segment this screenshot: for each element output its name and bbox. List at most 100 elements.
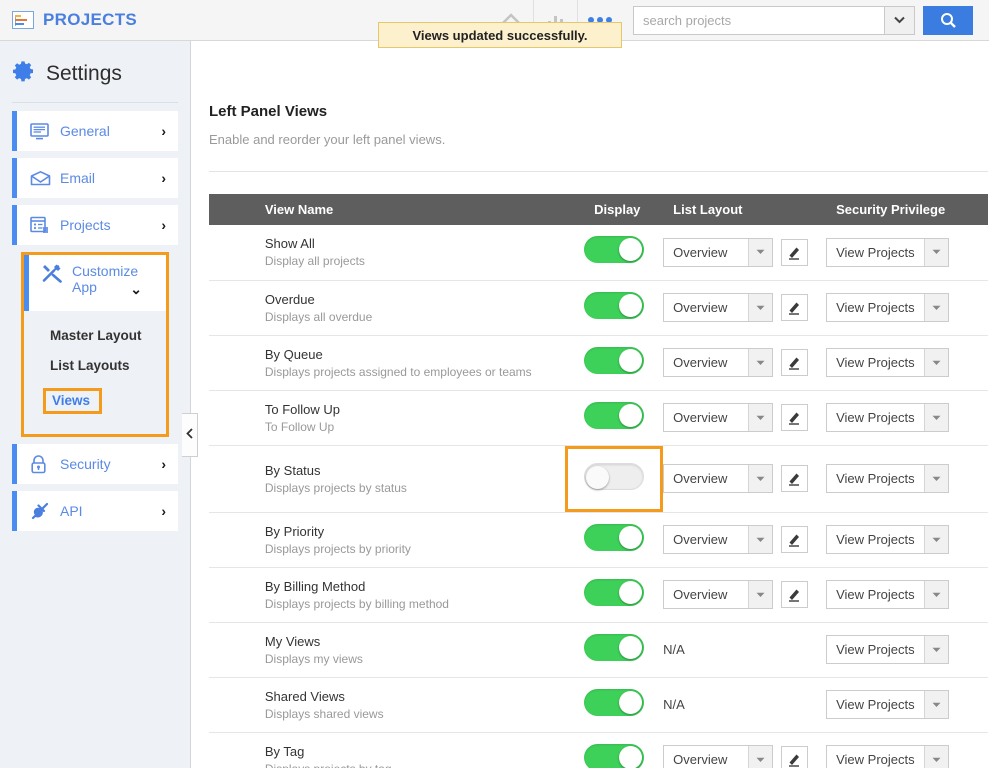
customize-app-submenu: Master Layout List Layouts Views <box>24 311 166 434</box>
display-toggle[interactable] <box>584 347 644 374</box>
row-drag-handle[interactable] <box>209 677 255 732</box>
toggle-knob <box>586 466 609 489</box>
row-drag-handle[interactable] <box>209 512 255 567</box>
list-layout-control: Overview <box>663 348 808 377</box>
toggle-knob <box>619 349 642 372</box>
security-privilege-select[interactable]: View Projects <box>826 745 949 768</box>
security-privilege-select[interactable]: View Projects <box>826 403 949 432</box>
pencil-icon[interactable] <box>781 294 808 321</box>
chevron-down-icon <box>748 294 772 321</box>
row-drag-handle[interactable] <box>209 732 255 768</box>
row-drag-handle[interactable] <box>209 567 255 622</box>
submenu-item-views[interactable]: Views <box>50 381 166 422</box>
list-layout-cell: Overview <box>663 567 826 622</box>
sidebar-item-general[interactable]: General › <box>12 111 178 151</box>
pencil-icon[interactable] <box>781 349 808 376</box>
security-privilege-select[interactable]: View Projects <box>826 690 949 719</box>
row-drag-handle[interactable] <box>209 225 255 280</box>
security-privilege-select[interactable]: View Projects <box>826 464 949 493</box>
display-toggle[interactable] <box>584 689 644 716</box>
list-layout-select[interactable]: Overview <box>663 348 773 377</box>
column-header-security-privilege: Security Privilege <box>826 194 988 225</box>
display-cell <box>584 567 663 622</box>
view-name-cell: To Follow UpTo Follow Up <box>255 390 584 445</box>
chevron-down-icon <box>748 746 772 768</box>
pencil-icon[interactable] <box>781 239 808 266</box>
pencil-icon[interactable] <box>781 526 808 553</box>
pencil-icon[interactable] <box>781 465 808 492</box>
chevron-down-icon <box>748 239 772 266</box>
chevron-down-icon <box>748 581 772 608</box>
chevron-down-icon <box>924 465 948 492</box>
chevron-down-icon <box>924 404 948 431</box>
sidebar-item-customize-app[interactable]: Customize App ⌄ <box>24 255 166 311</box>
pencil-icon[interactable] <box>781 581 808 608</box>
pencil-icon[interactable] <box>781 404 808 431</box>
submenu-item-master-layout[interactable]: Master Layout <box>50 321 166 351</box>
security-privilege-cell: View Projects <box>826 622 988 677</box>
view-name: By Queue <box>265 347 584 362</box>
list-layout-value: Overview <box>664 465 748 492</box>
window-list-icon <box>30 216 54 234</box>
security-privilege-select[interactable]: View Projects <box>826 238 949 267</box>
row-drag-handle[interactable] <box>209 390 255 445</box>
search-input-wrapper[interactable] <box>633 6 884 35</box>
list-layout-value: Overview <box>664 239 748 266</box>
search-scope-chevron-down-icon[interactable] <box>884 6 915 35</box>
list-layout-select[interactable]: Overview <box>663 464 773 493</box>
list-layout-select[interactable]: Overview <box>663 238 773 267</box>
sidebar-item-projects[interactable]: Projects › <box>12 205 178 245</box>
chevron-right-icon: › <box>161 170 178 186</box>
table-row: By Billing MethodDisplays projects by bi… <box>209 567 988 622</box>
list-layout-select[interactable]: Overview <box>663 745 773 768</box>
list-layout-control: Overview <box>663 403 808 432</box>
list-layout-cell: Overview <box>663 445 826 512</box>
display-toggle[interactable] <box>584 463 644 490</box>
list-layout-select[interactable]: Overview <box>663 293 773 322</box>
display-toggle[interactable] <box>584 236 644 263</box>
toast-message: Views updated successfully. <box>412 28 587 43</box>
security-privilege-select[interactable]: View Projects <box>826 635 949 664</box>
list-layout-select[interactable]: Overview <box>663 403 773 432</box>
sidebar-item-security[interactable]: Security › <box>12 444 178 484</box>
chevron-right-icon: › <box>161 123 178 139</box>
security-privilege-select[interactable]: View Projects <box>826 525 949 554</box>
security-privilege-cell: View Projects <box>826 335 988 390</box>
row-drag-handle[interactable] <box>209 335 255 390</box>
list-layout-select[interactable]: Overview <box>663 580 773 609</box>
sidebar-collapse-handle[interactable] <box>182 413 198 457</box>
display-toggle[interactable] <box>584 634 644 661</box>
submenu-item-label: Master Layout <box>50 328 142 343</box>
display-toggle[interactable] <box>584 579 644 606</box>
search-button[interactable] <box>923 6 973 35</box>
security-privilege-select[interactable]: View Projects <box>826 293 949 322</box>
projects-logo-icon <box>12 11 34 29</box>
row-drag-handle[interactable] <box>209 622 255 677</box>
main-content: Left Panel Views Enable and reorder your… <box>192 41 989 768</box>
security-privilege-select[interactable]: View Projects <box>826 348 949 377</box>
security-privilege-value: View Projects <box>827 691 924 718</box>
search-input[interactable] <box>643 13 875 28</box>
sidebar-item-email[interactable]: Email › <box>12 158 178 198</box>
toggle-knob <box>619 636 642 659</box>
app-brand[interactable]: PROJECTS <box>0 0 195 41</box>
display-toggle[interactable] <box>584 402 644 429</box>
security-privilege-cell: View Projects <box>826 390 988 445</box>
display-cell <box>584 225 663 280</box>
pencil-icon[interactable] <box>781 746 808 768</box>
list-layout-value: Overview <box>664 746 748 768</box>
toggle-knob <box>619 294 642 317</box>
view-name: By Status <box>265 463 584 478</box>
row-drag-handle[interactable] <box>209 445 255 512</box>
sidebar-item-api[interactable]: API › <box>12 491 178 531</box>
view-name-cell: Show AllDisplay all projects <box>255 225 584 280</box>
display-toggle[interactable] <box>584 524 644 551</box>
security-privilege-select[interactable]: View Projects <box>826 580 949 609</box>
view-description: Displays projects assigned to employees … <box>265 362 584 379</box>
list-layout-select[interactable]: Overview <box>663 525 773 554</box>
settings-sidebar: Settings General › <box>0 41 191 768</box>
display-toggle[interactable] <box>584 292 644 319</box>
submenu-item-list-layouts[interactable]: List Layouts <box>50 351 166 381</box>
display-toggle[interactable] <box>584 744 644 768</box>
row-drag-handle[interactable] <box>209 280 255 335</box>
